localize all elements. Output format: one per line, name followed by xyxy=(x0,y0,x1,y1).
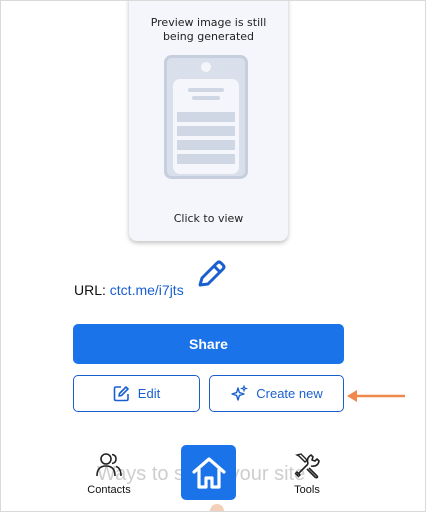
tools-icon xyxy=(294,453,320,479)
url-link[interactable]: ctct.me/i7jts xyxy=(110,282,184,298)
sparkle-icon xyxy=(231,384,249,401)
contacts-icon xyxy=(96,453,122,477)
nav-home-button[interactable] xyxy=(181,445,236,500)
url-row: URL: ctct.me/i7jts xyxy=(74,282,184,298)
nav-tools[interactable]: Tools xyxy=(277,451,337,496)
edit-button-label: Edit xyxy=(137,386,161,401)
create-new-button-label: Create new xyxy=(256,386,323,401)
app-frame: Preview image is still being generated C… xyxy=(0,0,426,512)
preview-status-text: Preview image is still being generated xyxy=(150,16,267,43)
nav-tools-label: Tools xyxy=(294,484,320,496)
annotation-arrow-icon xyxy=(347,390,405,402)
pencil-icon[interactable] xyxy=(194,258,228,292)
create-new-button[interactable]: Create new xyxy=(209,375,344,412)
nav-contacts-label: Contacts xyxy=(87,484,131,496)
background-avatar-fragment xyxy=(210,504,224,511)
site-preview-card[interactable]: Preview image is still being generated C… xyxy=(129,1,288,241)
phone-preview-icon xyxy=(164,55,248,179)
edit-icon xyxy=(113,386,129,402)
edit-button[interactable]: Edit xyxy=(73,375,200,412)
url-label: URL: xyxy=(74,282,106,298)
home-icon xyxy=(191,456,226,489)
nav-contacts[interactable]: Contacts xyxy=(79,451,139,496)
share-button[interactable]: Share xyxy=(73,324,344,364)
click-to-view-label: Click to view xyxy=(173,212,244,225)
